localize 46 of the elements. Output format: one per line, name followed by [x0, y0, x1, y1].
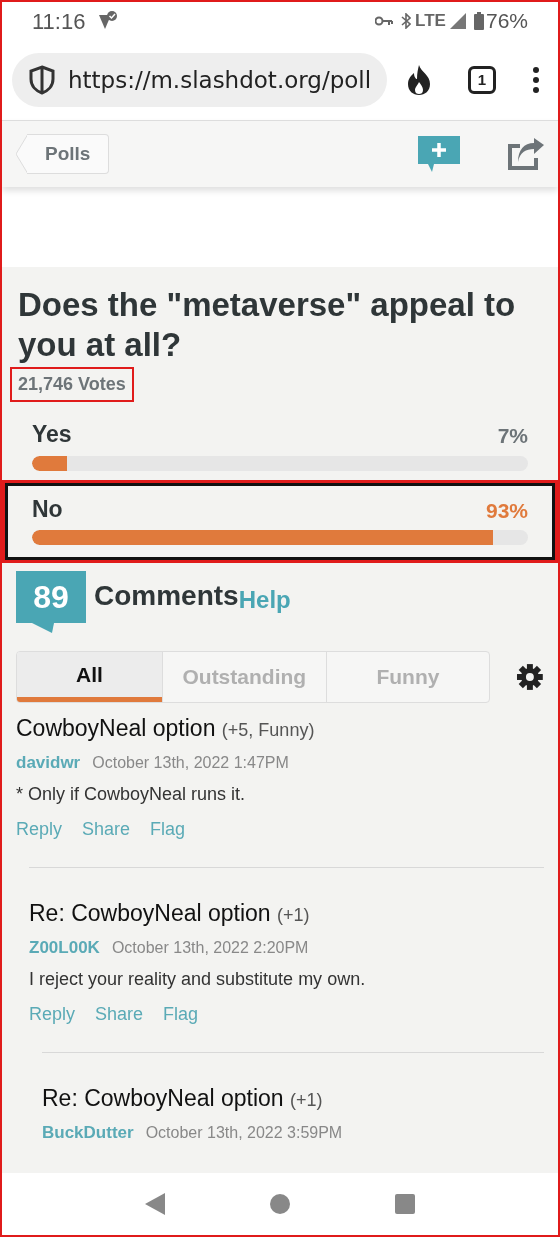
- poll-question: Does the "metaverse" appeal to you at all?: [18, 285, 517, 365]
- comments-heading: Comments: [94, 579, 239, 613]
- comment-body: * Only if CowboyNeal runs it.: [16, 783, 247, 806]
- comment-action-link[interactable]: Reply: [16, 816, 63, 843]
- menu-icon[interactable]: [532, 67, 540, 93]
- vote-count: 21,746 Votes: [18, 374, 126, 394]
- comment-body: I reject your reality and substitute my own.: [29, 968, 367, 991]
- option-label: No: [32, 494, 63, 524]
- comment-date: October 13th, 2022 1:47PM: [92, 752, 289, 773]
- battery-icon: [473, 12, 484, 30]
- status-time: 11:16: [32, 7, 86, 36]
- home-icon[interactable]: [270, 1194, 290, 1214]
- author-link[interactable]: BuckDutter: [42, 1119, 134, 1145]
- comment-action-link[interactable]: Share: [95, 1001, 144, 1028]
- signal-icon: [449, 13, 466, 29]
- recents-icon[interactable]: [395, 1194, 416, 1214]
- shield-icon: [28, 65, 56, 95]
- filter-tab[interactable]: Funny: [325, 652, 490, 702]
- option-percent: 93%: [485, 497, 528, 524]
- network-type: LTE: [415, 10, 446, 33]
- comment-action-link[interactable]: Reply: [29, 1001, 76, 1028]
- share-icon[interactable]: [508, 138, 544, 170]
- flame-icon[interactable]: [406, 65, 432, 95]
- comment-action-link[interactable]: Share: [82, 816, 131, 843]
- comment-action-link[interactable]: Flag: [150, 816, 186, 843]
- back-icon[interactable]: [144, 1193, 165, 1215]
- filter-tab[interactable]: Outstanding: [162, 652, 326, 702]
- key-icon: [375, 16, 394, 26]
- add-comment-icon[interactable]: [418, 136, 460, 172]
- filter-tab[interactable]: All: [17, 652, 162, 702]
- help-link[interactable]: Help: [238, 582, 291, 618]
- comment-title: CowboyNeal option (+5, Funny): [16, 714, 316, 743]
- author-link[interactable]: Z00L00K: [29, 934, 100, 960]
- author-link[interactable]: davidwr: [16, 749, 81, 775]
- comment-action-link[interactable]: Flag: [163, 1001, 199, 1028]
- comment-date: October 13th, 2022 2:20PM: [111, 937, 309, 958]
- comment-title: Re: CowboyNeal option (+1): [42, 1084, 324, 1113]
- battery-percent: 76%: [485, 8, 528, 35]
- option-label: Yes: [32, 420, 72, 449]
- url-bar[interactable]: https://m.slashdot.org/poll: [12, 53, 387, 107]
- bluetooth-icon: [401, 13, 412, 29]
- notification-icon: [97, 11, 120, 31]
- comment-date: October 13th, 2022 3:59PM: [145, 1122, 343, 1143]
- comment-title: Re: CowboyNeal option (+1): [29, 899, 311, 928]
- tab-count-button[interactable]: 1: [468, 66, 496, 94]
- option-percent: 7%: [497, 423, 528, 449]
